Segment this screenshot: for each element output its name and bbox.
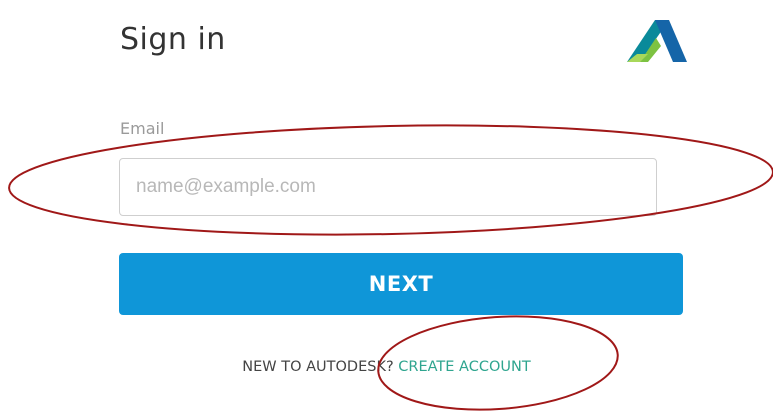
page-title: Sign in [120, 22, 226, 57]
email-label: Email [120, 119, 165, 138]
next-button[interactable]: NEXT [119, 253, 683, 315]
new-user-prompt: NEW TO AUTODESK? [242, 359, 399, 375]
signup-row: NEW TO AUTODESK? CREATE ACCOUNT [0, 359, 773, 375]
create-account-link[interactable]: CREATE ACCOUNT [398, 359, 530, 375]
email-input[interactable] [119, 158, 657, 216]
autodesk-logo-icon [627, 20, 687, 62]
